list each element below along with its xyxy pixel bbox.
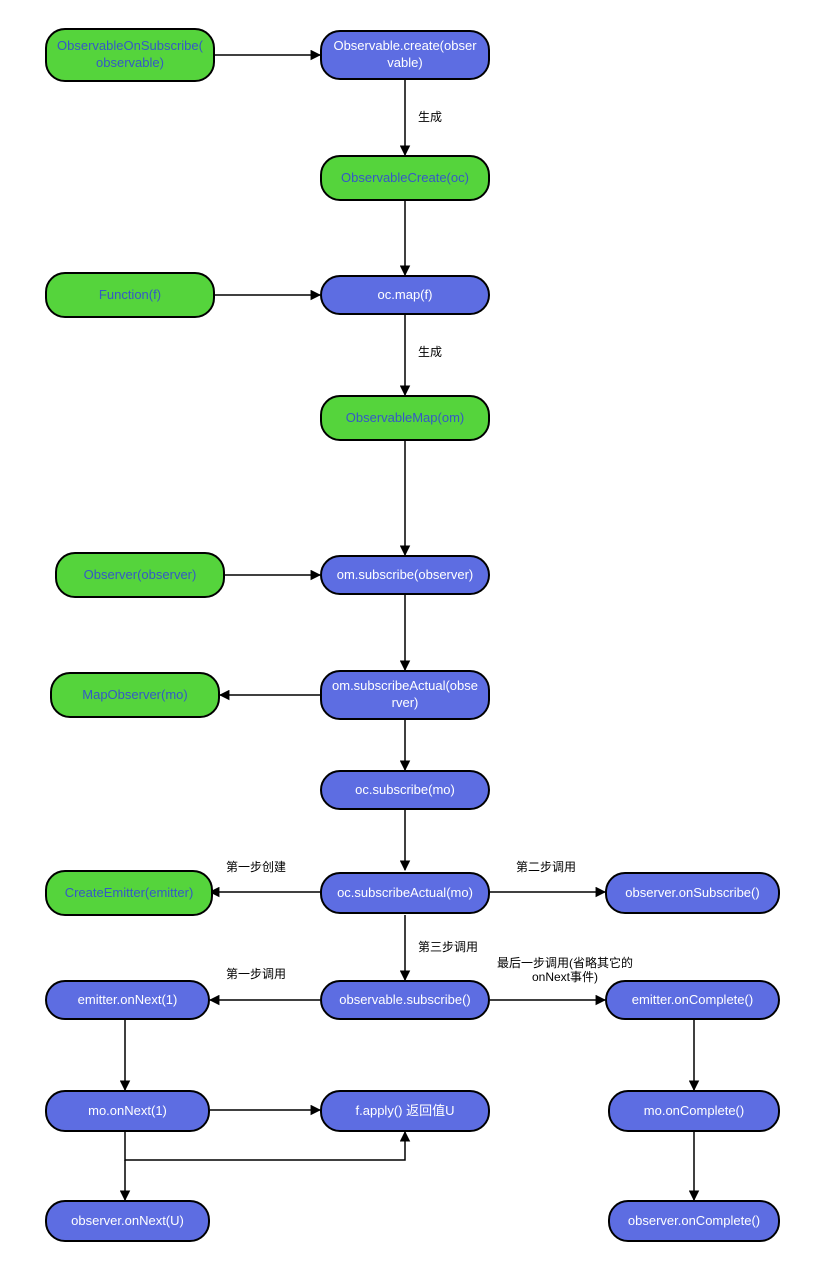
node-observable-subscribe: observable.subscribe(): [320, 980, 490, 1020]
edge-label-step1-create: 第一步创建: [226, 858, 286, 875]
node-label: om.subscribe(observer): [337, 567, 474, 584]
edge-label-step2-call: 第二步调用: [516, 858, 576, 875]
edge-label-generate-2: 生成: [418, 343, 442, 360]
node-label: emitter.onComplete(): [632, 992, 753, 1009]
node-label: ObservableMap(om): [346, 410, 465, 427]
node-oc-subscribe: oc.subscribe(mo): [320, 770, 490, 810]
node-observer: Observer(observer): [55, 552, 225, 598]
node-observable-create: ObservableCreate(oc): [320, 155, 490, 201]
node-observable-create-fn: Observable.create(observable): [320, 30, 490, 80]
node-label: mo.onNext(1): [88, 1103, 167, 1120]
node-observer-on-complete: observer.onComplete(): [608, 1200, 780, 1242]
node-om-subscribe: om.subscribe(observer): [320, 555, 490, 595]
node-observable-on-subscribe: ObservableOnSubscribe(observable): [45, 28, 215, 82]
node-label: ObservableOnSubscribe(observable): [57, 38, 203, 72]
node-oc-map: oc.map(f): [320, 275, 490, 315]
node-label: oc.map(f): [378, 287, 433, 304]
node-label: observable.subscribe(): [339, 992, 471, 1009]
node-function: Function(f): [45, 272, 215, 318]
node-create-emitter: CreateEmitter(emitter): [45, 870, 213, 916]
node-label: om.subscribeActual(observer): [332, 678, 478, 712]
node-label: oc.subscribeActual(mo): [337, 885, 473, 902]
node-label: ObservableCreate(oc): [341, 170, 469, 187]
node-label: oc.subscribe(mo): [355, 782, 455, 799]
node-label: Observer(observer): [84, 567, 197, 584]
node-label: MapObserver(mo): [82, 687, 187, 704]
node-om-subscribe-actual: om.subscribeActual(observer): [320, 670, 490, 720]
node-label: Observable.create(observable): [332, 38, 478, 72]
edge-label-step1-call: 第一步调用: [226, 965, 286, 982]
node-label: observer.onNext(U): [71, 1213, 184, 1230]
node-label: f.apply() 返回值U: [356, 1103, 455, 1120]
node-label: CreateEmitter(emitter): [65, 885, 194, 902]
node-observer-on-subscribe: observer.onSubscribe(): [605, 872, 780, 914]
node-label: emitter.onNext(1): [78, 992, 178, 1009]
node-observer-on-next: observer.onNext(U): [45, 1200, 210, 1242]
node-f-apply: f.apply() 返回值U: [320, 1090, 490, 1132]
node-label: observer.onSubscribe(): [625, 885, 759, 902]
node-emitter-on-complete: emitter.onComplete(): [605, 980, 780, 1020]
node-label: Function(f): [99, 287, 161, 304]
edge-label-last-call: 最后一步调用(省略其它的onNext事件): [490, 956, 640, 985]
node-mo-on-complete: mo.onComplete(): [608, 1090, 780, 1132]
node-label: mo.onComplete(): [644, 1103, 744, 1120]
edge-label-generate-1: 生成: [418, 108, 442, 125]
node-oc-subscribe-actual: oc.subscribeActual(mo): [320, 872, 490, 914]
node-emitter-on-next: emitter.onNext(1): [45, 980, 210, 1020]
node-observable-map: ObservableMap(om): [320, 395, 490, 441]
node-label: observer.onComplete(): [628, 1213, 760, 1230]
node-map-observer: MapObserver(mo): [50, 672, 220, 718]
edge-label-step3-call: 第三步调用: [418, 938, 478, 955]
node-mo-on-next: mo.onNext(1): [45, 1090, 210, 1132]
